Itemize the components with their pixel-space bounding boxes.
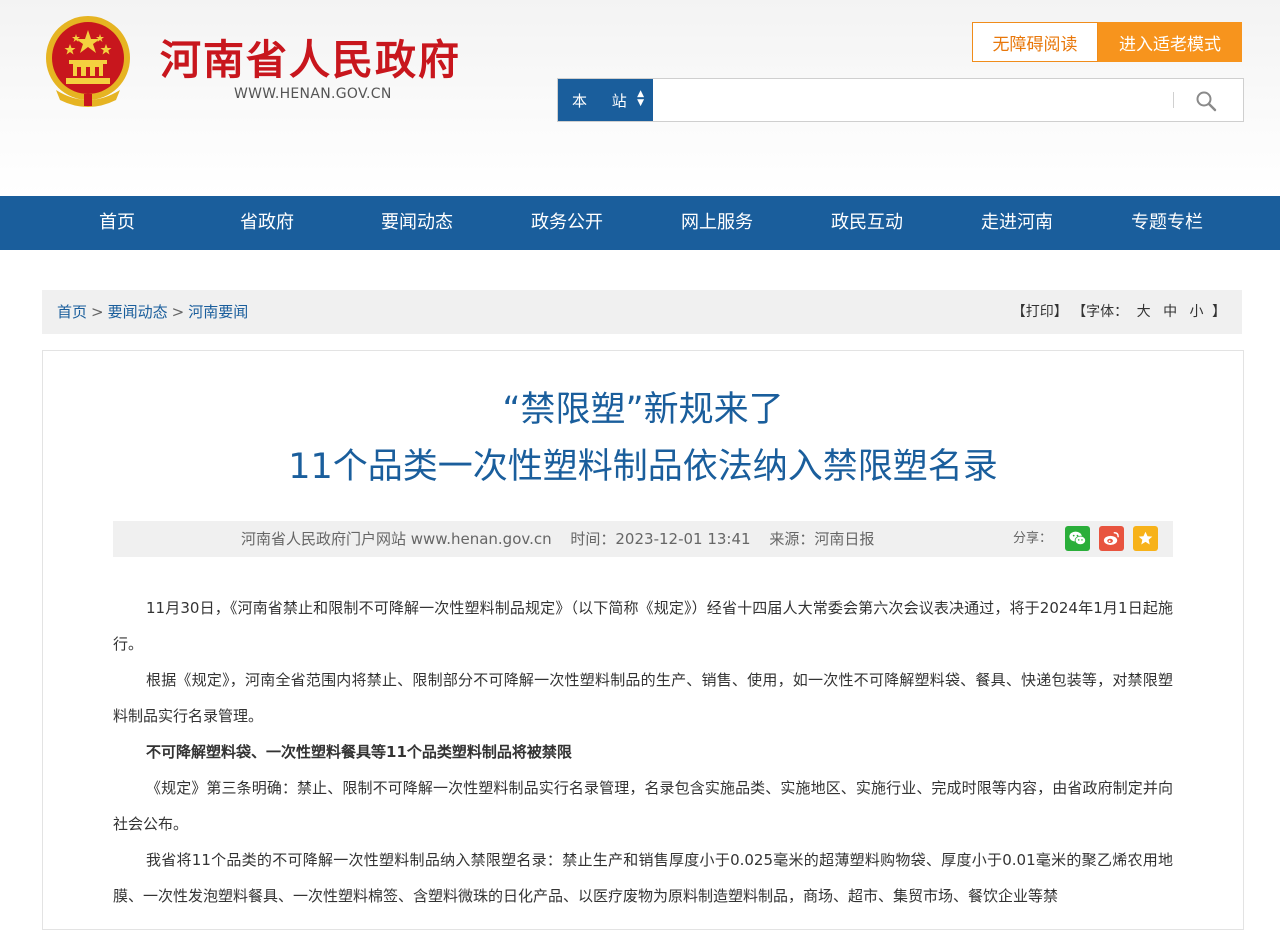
breadcrumb-henan-news[interactable]: 河南要闻 (188, 303, 248, 321)
meta-site: 河南省人民政府门户网站 www.henan.gov.cn (241, 530, 552, 548)
article-paragraph: 《规定》第三条明确：禁止、限制不可降解一次性塑料制品实行名录管理，名录包含实施品… (113, 779, 1173, 833)
site-header: 河南省人民政府 WWW.HENAN.GOV.CN 无障碍阅读 进入适老模式 本 … (0, 0, 1280, 196)
search-divider (1173, 92, 1174, 108)
breadcrumb-separator: > (91, 303, 104, 321)
updown-arrows-icon: ▲ ▼ (637, 89, 644, 108)
nav-item-home[interactable]: 首页 (42, 196, 192, 250)
article-paragraph: 我省将11个品类的不可降解一次性塑料制品纳入禁限塑名录：禁止生产和销售厚度小于0… (113, 851, 1173, 905)
font-size-label: 【字体： (1072, 304, 1129, 320)
font-medium-button[interactable]: 中 (1163, 304, 1177, 320)
article-body: 11月30日，《河南省禁止和限制不可降解一次性塑料制品规定》（以下简称《规定》）… (113, 590, 1173, 914)
font-size-suffix: 】 (1212, 304, 1226, 320)
article-subheading: 不可降解塑料袋、一次性塑料餐具等11个品类塑料制品将被禁限 (146, 743, 572, 761)
nav-item-provincial-government[interactable]: 省政府 (192, 196, 342, 250)
site-title[interactable]: 河南省人民政府 (160, 26, 461, 86)
main-nav: 首页 省政府 要闻动态 政务公开 网上服务 政民互动 走进河南 专题专栏 (0, 196, 1280, 250)
breadcrumb: 首页 > 要闻动态 > 河南要闻 (57, 290, 248, 334)
site-url: WWW.HENAN.GOV.CN (234, 86, 392, 102)
breadcrumb-separator: > (171, 303, 185, 321)
font-small-button[interactable]: 小 (1190, 304, 1204, 320)
favorite-star-icon[interactable] (1133, 526, 1158, 551)
search-scope-select[interactable]: 本 站 ▲ ▼ (558, 79, 653, 121)
search-scope-label: 本 站 (572, 91, 637, 110)
search-input[interactable] (655, 79, 1170, 121)
meta-source: 来源：河南日报 (769, 530, 875, 548)
weibo-share-icon[interactable] (1099, 526, 1124, 551)
meta-time: 时间：2023-12-01 13:41 (570, 530, 751, 548)
elder-mode-button[interactable]: 进入适老模式 (1098, 22, 1242, 62)
national-emblem-icon[interactable] (42, 14, 134, 110)
share-label: 分享： (1013, 531, 1053, 546)
article-paragraph: 根据《规定》，河南全省范围内将禁止、限制部分不可降解一次性塑料制品的生产、销售、… (113, 671, 1173, 725)
nav-item-government-affairs[interactable]: 政务公开 (492, 196, 642, 250)
breadcrumb-news[interactable]: 要闻动态 (108, 303, 168, 321)
nav-item-public-interaction[interactable]: 政民互动 (792, 196, 942, 250)
search-bar: 本 站 ▲ ▼ (557, 78, 1244, 122)
wechat-share-icon[interactable] (1065, 526, 1090, 551)
article-paragraph: 11月30日，《河南省禁止和限制不可降解一次性塑料制品规定》（以下简称《规定》）… (113, 599, 1173, 653)
nav-item-online-services[interactable]: 网上服务 (642, 196, 792, 250)
search-icon[interactable] (1194, 89, 1218, 113)
article-meta-bar: 河南省人民政府门户网站 www.henan.gov.cn 时间：2023-12-… (113, 521, 1173, 557)
font-large-button[interactable]: 大 (1137, 304, 1151, 320)
print-button[interactable]: 【打印】 (1012, 304, 1068, 320)
nav-item-special-topics[interactable]: 专题专栏 (1092, 196, 1242, 250)
article: “禁限塑”新规来了 11个品类一次性塑料制品依法纳入禁限塑名录 河南省人民政府门… (42, 350, 1244, 930)
article-title-line1: “禁限塑”新规来了 (502, 390, 784, 430)
nav-item-about-henan[interactable]: 走进河南 (942, 196, 1092, 250)
breadcrumb-bar: 首页 > 要闻动态 > 河南要闻 【打印】 【字体： 大 中 小 】 (42, 290, 1242, 334)
article-title-line2: 11个品类一次性塑料制品依法纳入禁限塑名录 (288, 447, 998, 487)
nav-item-news[interactable]: 要闻动态 (342, 196, 492, 250)
article-tools: 【打印】 【字体： 大 中 小 】 (1012, 290, 1226, 334)
article-meta: 河南省人民政府门户网站 www.henan.gov.cn 时间：2023-12-… (241, 521, 888, 557)
accessible-reading-button[interactable]: 无障碍阅读 (972, 22, 1098, 62)
breadcrumb-home[interactable]: 首页 (57, 303, 87, 321)
